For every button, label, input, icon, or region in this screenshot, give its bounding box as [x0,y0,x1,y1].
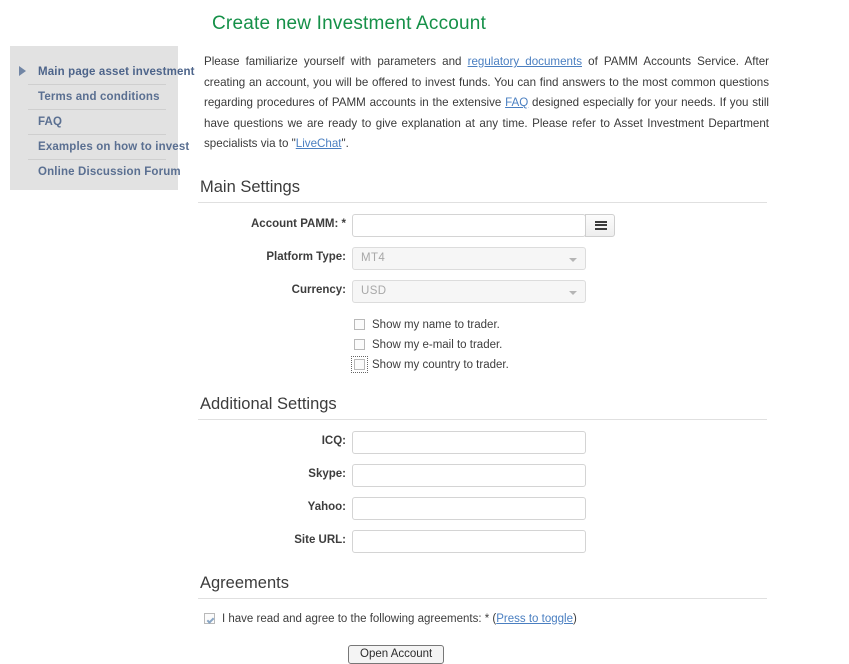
sidebar-item-main-page[interactable]: Main page asset investment [19,60,195,85]
form-row-skype: Skype: [198,463,849,497]
intro-text-4: ". [341,137,349,150]
account-pamm-label-text: Account PAMM: [251,217,339,230]
platform-type-select[interactable]: MT4 [352,246,586,270]
sidebar-item-examples[interactable]: Examples on how to invest [28,135,189,160]
sidebar: Main page asset investment Terms and con… [10,46,195,190]
sidebar-item-faq[interactable]: FAQ [28,110,166,135]
currency-select[interactable]: USD [352,279,586,303]
show-name-checkbox[interactable] [354,318,365,330]
show-email-checkbox[interactable] [354,338,365,350]
sidebar-nav-list: Main page asset investment Terms and con… [19,60,195,184]
yahoo-label: Yahoo: [307,500,346,513]
account-pamm-label: Account PAMM: * [198,214,346,234]
skype-input[interactable] [352,463,586,487]
icq-label: ICQ: [321,434,346,447]
required-asterisk: * [341,217,346,230]
skype-field-wrap [352,463,586,487]
icq-field-wrap [352,430,586,454]
form-row-icq: ICQ: [198,430,849,464]
platform-type-field-wrap: MT4 [352,246,586,270]
chevron-down-icon [569,257,577,262]
currency-value: USD [361,284,387,297]
additional-settings-heading: Additional Settings [200,394,337,413]
currency-field-wrap: USD [352,279,586,303]
regulatory-documents-link[interactable]: regulatory documents [468,55,582,68]
sidebar-item-terms[interactable]: Terms and conditions [28,85,166,110]
form-row-yahoo: Yahoo: [198,496,849,530]
agreement-checkbox[interactable] [204,612,215,624]
form-row-site-url: Site URL: [198,529,849,563]
site-url-label: Site URL: [294,533,346,546]
main-settings-section: Main Settings Account PAMM: * Platform T… [196,155,849,377]
sidebar-item-label[interactable]: Online Discussion Forum [28,161,181,183]
page-title: Create new Investment Account [212,13,487,34]
show-country-checkbox[interactable] [351,355,368,373]
icq-input[interactable] [352,430,586,454]
site-url-input[interactable] [352,529,586,553]
sidebar-item-label[interactable]: Main page asset investment [28,61,195,83]
livechat-link[interactable]: LiveChat [296,137,342,150]
site-url-field-wrap [352,529,586,553]
account-pamm-input[interactable] [352,213,586,237]
platform-type-value: MT4 [361,251,386,264]
show-email-label: Show my e-mail to trader. [372,338,503,351]
sidebar-item-forum[interactable]: Online Discussion Forum [28,160,181,184]
agreement-text-before: I have read and agree to the following a… [222,612,497,625]
checkbox-row-show-name: Show my name to trader. [198,317,849,337]
submit-wrap: Open Account [198,631,849,664]
skype-label: Skype: [308,467,346,480]
sidebar-item-label[interactable]: Examples on how to invest [28,136,189,158]
account-picker-button[interactable] [585,213,615,237]
yahoo-field-wrap [352,496,586,520]
form-row-currency: Currency: USD [198,279,849,313]
yahoo-input[interactable] [352,496,586,520]
account-pamm-field-wrap [352,213,615,237]
checkbox-row-show-email: Show my e-mail to trader. [198,337,849,357]
sidebar-item-label[interactable]: Terms and conditions [28,86,160,108]
agreement-row: I have read and agree to the following a… [198,611,849,631]
platform-type-label: Platform Type: [266,250,346,263]
intro-paragraph: Please familiarize yourself with paramet… [196,35,849,155]
chevron-down-icon [569,290,577,295]
intro-text-1: Please familiarize yourself with paramet… [204,55,468,68]
form-row-platform-type: Platform Type: MT4 [198,246,849,280]
checkbox-row-show-country: Show my country to trader. [198,355,849,377]
show-name-label: Show my name to trader. [372,318,500,331]
main-settings-heading: Main Settings [200,177,300,196]
currency-label: Currency: [291,283,346,296]
sidebar-item-label[interactable]: FAQ [28,111,62,133]
main-content: Create new Investment Account Please fam… [196,0,849,664]
form-row-account-pamm: Account PAMM: * [198,213,849,247]
arrow-right-icon [19,66,26,76]
faq-link[interactable]: FAQ [505,96,528,109]
press-to-toggle-link[interactable]: Press to toggle [496,613,573,625]
list-icon [595,220,607,232]
agreement-text-after: ) [572,612,577,625]
additional-settings-section: Additional Settings ICQ: Skype: Yahoo: S… [196,377,849,563]
show-country-label: Show my country to trader. [372,358,509,371]
agreements-section: Agreements I have read and agree to the … [196,563,849,664]
open-account-button[interactable]: Open Account [348,644,445,664]
